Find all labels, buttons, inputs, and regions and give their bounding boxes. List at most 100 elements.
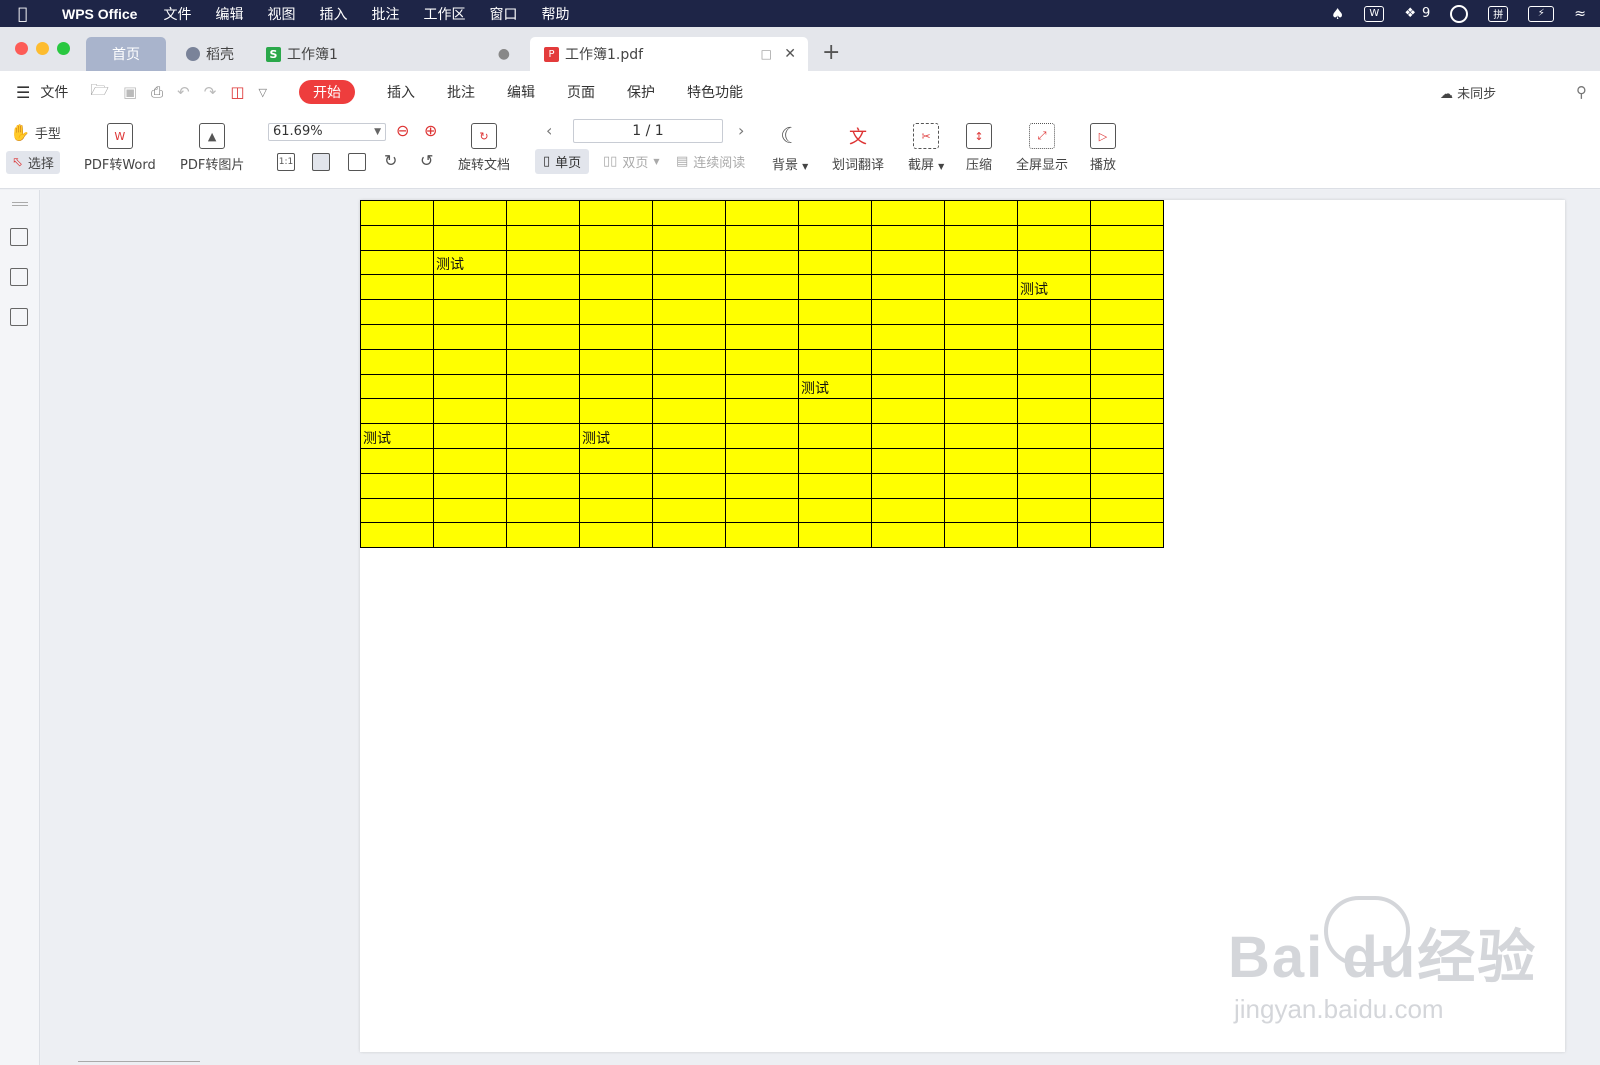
- sheet-cell[interactable]: [433, 497, 507, 524]
- sheet-cell[interactable]: [652, 200, 726, 226]
- sheet-cell[interactable]: [579, 522, 653, 549]
- sheet-cell[interactable]: [871, 447, 945, 474]
- sheet-cell[interactable]: [433, 224, 507, 251]
- sheet-cell[interactable]: [1017, 398, 1091, 425]
- sheet-cell[interactable]: [1017, 299, 1091, 325]
- close-tab-icon[interactable]: ✕: [784, 46, 796, 62]
- sheet-cell[interactable]: [433, 299, 507, 325]
- sheet-cell[interactable]: [1090, 348, 1164, 375]
- sheet-cell[interactable]: [725, 224, 799, 251]
- sheet-cell[interactable]: [1090, 274, 1164, 301]
- sheet-cell[interactable]: [798, 447, 872, 474]
- sheet-cell[interactable]: 测试: [433, 249, 507, 276]
- sheet-cell[interactable]: [871, 373, 945, 400]
- menu-window[interactable]: 窗口: [489, 4, 517, 24]
- zoom-select[interactable]: 61.69% ▼: [268, 123, 386, 141]
- file-menu[interactable]: 文件: [40, 82, 68, 102]
- sheet-cell[interactable]: [579, 274, 653, 301]
- rotate-document-button[interactable]: ↻ 旋转文档: [458, 123, 510, 173]
- app-name[interactable]: WPS Office: [62, 6, 137, 22]
- rotate-right-icon[interactable]: ↻: [384, 151, 397, 170]
- sheet-cell[interactable]: [433, 472, 507, 499]
- sheet-cell[interactable]: [506, 447, 580, 474]
- sheet-cell[interactable]: [579, 299, 653, 325]
- menu-view[interactable]: 视图: [267, 4, 295, 24]
- redo-icon[interactable]: ↷: [204, 83, 217, 101]
- sheet-cell[interactable]: [506, 323, 580, 350]
- minimize-window-button[interactable]: [36, 42, 49, 55]
- sheet-cell[interactable]: [944, 373, 1018, 400]
- menu-insert[interactable]: 插入: [319, 4, 347, 24]
- sheet-cell[interactable]: [944, 348, 1018, 375]
- sheet-cell[interactable]: [944, 200, 1018, 226]
- pin-icon[interactable]: □: [761, 47, 772, 61]
- battery-icon[interactable]: ⚡: [1528, 5, 1555, 22]
- sheet-cell[interactable]: [944, 472, 1018, 499]
- wps-icon[interactable]: W: [1364, 5, 1385, 22]
- sheet-cell[interactable]: [1090, 497, 1164, 524]
- sheet-cell[interactable]: [506, 299, 580, 325]
- tab-workbook[interactable]: S 工作簿1 ●: [252, 37, 522, 71]
- undo-icon[interactable]: ↶: [177, 83, 190, 101]
- sheet-cell[interactable]: [725, 299, 799, 325]
- sheet-cell[interactable]: [433, 348, 507, 375]
- sheet-cell[interactable]: [798, 323, 872, 350]
- sheet-cell[interactable]: [725, 373, 799, 400]
- sheet-cell[interactable]: [360, 497, 434, 524]
- sheet-cell[interactable]: [506, 249, 580, 276]
- sheet-cell[interactable]: [725, 200, 799, 226]
- sheet-cell[interactable]: [1090, 224, 1164, 251]
- wifi-icon[interactable]: ≈: [1574, 6, 1586, 22]
- sheet-cell[interactable]: [506, 472, 580, 499]
- sheet-cell[interactable]: [871, 497, 945, 524]
- sheet-cell[interactable]: 测试: [798, 373, 872, 400]
- sheet-cell[interactable]: [360, 348, 434, 375]
- sheet-cell[interactable]: [579, 373, 653, 400]
- sheet-cell[interactable]: [725, 274, 799, 301]
- sheet-cell[interactable]: [1090, 200, 1164, 226]
- sheet-cell[interactable]: [652, 497, 726, 524]
- sheet-cell[interactable]: [360, 249, 434, 276]
- sheet-cell[interactable]: [944, 497, 1018, 524]
- sheet-cell[interactable]: [871, 323, 945, 350]
- menu-comment[interactable]: 批注: [371, 4, 399, 24]
- sheet-cell[interactable]: [579, 447, 653, 474]
- input-method-icon[interactable]: 拼: [1488, 5, 1509, 22]
- sheet-cell[interactable]: [1090, 323, 1164, 350]
- sheet-cell[interactable]: [433, 323, 507, 350]
- save-icon[interactable]: ▣: [123, 83, 137, 101]
- sheet-cell[interactable]: [798, 200, 872, 226]
- sheet-cell[interactable]: [725, 398, 799, 425]
- sheet-cell[interactable]: [433, 200, 507, 226]
- sheet-cell[interactable]: [798, 472, 872, 499]
- sheet-cell[interactable]: [944, 224, 1018, 251]
- sheet-cell[interactable]: [1090, 447, 1164, 474]
- sheet-cell[interactable]: [433, 447, 507, 474]
- sheet-cell[interactable]: [652, 274, 726, 301]
- sheet-cell[interactable]: [652, 373, 726, 400]
- compress-button[interactable]: ↕ 压缩: [966, 123, 992, 173]
- sheet-cell[interactable]: [360, 224, 434, 251]
- tab-comment[interactable]: 批注: [447, 82, 475, 102]
- tab-protect[interactable]: 保护: [627, 82, 655, 102]
- print-icon[interactable]: ⎙: [151, 83, 163, 101]
- maximize-window-button[interactable]: [57, 42, 70, 55]
- sheet-cell[interactable]: [725, 423, 799, 449]
- sheet-cell[interactable]: [579, 472, 653, 499]
- rotate-left-icon[interactable]: ↺: [420, 151, 433, 170]
- sync-status[interactable]: ☁ 未同步: [1440, 83, 1496, 102]
- sheet-cell[interactable]: [944, 447, 1018, 474]
- sheet-cell[interactable]: [725, 447, 799, 474]
- sheet-cell[interactable]: [652, 224, 726, 251]
- sheet-cell[interactable]: [725, 472, 799, 499]
- sheet-cell[interactable]: [1090, 373, 1164, 400]
- tab-edit[interactable]: 编辑: [507, 82, 535, 102]
- sheet-cell[interactable]: [433, 522, 507, 549]
- tab-daoke[interactable]: 稻壳: [172, 37, 248, 71]
- sheet-cell[interactable]: [506, 497, 580, 524]
- sheet-cell[interactable]: [944, 398, 1018, 425]
- sheet-cell[interactable]: [944, 323, 1018, 350]
- wechat-icon[interactable]: ❖ 9: [1404, 6, 1430, 21]
- menu-file[interactable]: 文件: [163, 4, 191, 24]
- sheet-cell[interactable]: [871, 249, 945, 276]
